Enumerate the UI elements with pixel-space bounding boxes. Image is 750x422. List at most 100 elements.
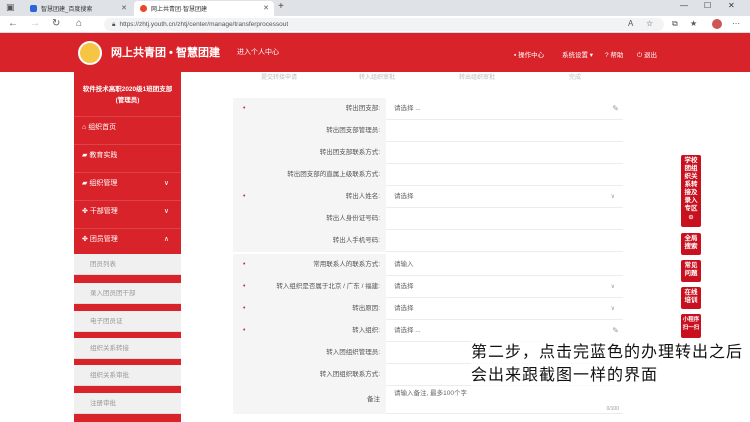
- chevron-down-icon[interactable]: ∨: [611, 298, 615, 320]
- contact-input[interactable]: 请输入: [386, 254, 623, 276]
- reason-select[interactable]: 请选择: [386, 298, 623, 320]
- global-search-button[interactable]: 全局搜索: [681, 233, 701, 255]
- power-icon: ⏻: [637, 52, 644, 59]
- submenu-e-card[interactable]: 电子团员证: [74, 311, 181, 332]
- form-row-reason: 转出原因: • 请选择 ∨: [233, 298, 623, 320]
- chevron-down-icon[interactable]: ∨: [611, 186, 615, 208]
- browser-tab-baidu[interactable]: 智慧团建_百度搜索 ✕: [24, 1, 132, 16]
- form-row-out-branch-contact: 转出团支部联系方式:: [233, 142, 623, 164]
- form-row-id-number: 转出人身份证号码:: [233, 208, 623, 230]
- favorite-star-icon[interactable]: ☆: [646, 19, 653, 28]
- sidebar-item-org-manage[interactable]: ▰ 组织管理 ∨: [74, 172, 181, 194]
- submenu-member-list[interactable]: 团员列表: [74, 254, 181, 275]
- form-row-region: 转入组织是否属于北京 / 广东 / 福建: • 请选择 ∨: [233, 276, 623, 298]
- home-icon[interactable]: ⌂: [76, 18, 82, 29]
- region-select[interactable]: 请选择: [386, 276, 623, 298]
- tab-label: 网上共青团·智慧团建: [151, 7, 207, 13]
- profile-avatar[interactable]: [712, 19, 722, 29]
- form-row-out-branch-admin: 转出团支部管理员:: [233, 120, 623, 142]
- chevron-down-icon: ∨: [163, 180, 169, 187]
- tutorial-caption: 第二步，点击完蓝色的办理转出之后会出来跟截图一样的界面: [471, 340, 746, 386]
- browser-tab-bar: ▣ 智慧团建_百度搜索 ✕ 网上共青团·智慧团建 ✕ + — ☐ ✕: [0, 0, 750, 16]
- submenu-registration-approval[interactable]: 注册审批: [74, 393, 181, 414]
- arrow-circle-icon: ⊙: [688, 214, 694, 221]
- submenu-transfer-approval[interactable]: 组织关系审批: [74, 365, 181, 386]
- enter-personal-center-link[interactable]: 进入个人中心: [237, 47, 279, 57]
- sidebar-item-education[interactable]: ▰ 教育实践: [74, 144, 181, 166]
- required-mark: •: [243, 327, 246, 334]
- users-icon: ✤: [82, 236, 90, 243]
- chevron-down-icon[interactable]: ∨: [611, 276, 615, 298]
- sidebar-item-home[interactable]: ⌂ 组织首页: [74, 116, 181, 138]
- lock-icon: 🔒︎: [112, 21, 116, 28]
- new-tab-icon[interactable]: +: [278, 1, 284, 12]
- org-name: 软件技术高职2020级1班团支部: [82, 86, 173, 93]
- edit-icon[interactable]: ✎: [612, 98, 619, 120]
- field-label: 常用联系人的联系方式:: [233, 254, 386, 276]
- window-menu-icon[interactable]: ▣: [6, 2, 15, 13]
- help-link[interactable]: ? 帮助: [605, 49, 623, 59]
- close-window-icon[interactable]: ✕: [728, 1, 735, 10]
- maximize-icon[interactable]: ☐: [704, 1, 711, 10]
- faq-button[interactable]: 常见问题: [681, 260, 701, 282]
- field-label: 转出人身份证号码:: [233, 208, 386, 230]
- in-org-select[interactable]: 请选择 ...: [386, 320, 623, 342]
- mini-program-scan-button[interactable]: 小程序扫一扫: [681, 314, 701, 338]
- step-3: 转出组织审批: [459, 75, 496, 81]
- field-label: 转入团组织联系方式:: [233, 364, 386, 386]
- field-label: 转入组织是否属于北京 / 广东 / 福建:: [233, 276, 386, 298]
- school-transfer-zone-button[interactable]: 学校团组织关系转接及录入专区 ⊙: [681, 155, 701, 227]
- field-label: 转出人手机号码:: [233, 230, 386, 252]
- field-label: 转出团支部联系方式:: [233, 142, 386, 164]
- back-icon[interactable]: ←: [8, 18, 18, 29]
- site-title: 网上共青团 • 智慧团建: [111, 47, 220, 59]
- org-role: (管理员): [115, 97, 140, 104]
- out-branch-superior-value: [386, 164, 623, 186]
- field-label: 转入团组织管理员:: [233, 342, 386, 364]
- id-number-value: [386, 208, 623, 230]
- refresh-icon[interactable]: ↻: [52, 18, 60, 29]
- step-2: 转入组织审批: [359, 75, 396, 81]
- submenu-transfer[interactable]: 组织关系转接: [74, 338, 181, 359]
- step-4: 完成: [569, 75, 582, 81]
- close-tab-icon[interactable]: ✕: [263, 4, 269, 12]
- field-label: 转出团支部:: [233, 98, 386, 120]
- sidebar-item-member-manage[interactable]: ✤ 团员管理 ∧: [74, 228, 181, 250]
- out-branch-select[interactable]: 请选择 ...: [386, 98, 623, 120]
- more-icon[interactable]: ⋯: [732, 19, 740, 28]
- online-training-button[interactable]: 在线培训: [681, 287, 701, 309]
- favorites-icon[interactable]: ★: [690, 19, 697, 28]
- form-row-remark: 备注 请输入备注, 最多100个字 0/100: [233, 386, 623, 414]
- form-row-out-branch: 转出团支部: • 请选择 ... ✎: [233, 98, 623, 120]
- users-icon: ✤: [82, 208, 90, 215]
- field-label: 转出原因:: [233, 298, 386, 320]
- out-branch-admin-value: [386, 120, 623, 142]
- required-mark: •: [243, 283, 246, 290]
- youth-league-logo: [78, 41, 102, 65]
- remark-textarea[interactable]: 请输入备注, 最多100个字: [386, 386, 623, 414]
- required-mark: •: [243, 105, 246, 112]
- close-tab-icon[interactable]: ✕: [121, 4, 127, 12]
- address-bar-row: ← → ↻ ⌂ 🔒︎ https://zhtj.youth.cn/zhtj/cen…: [0, 16, 750, 33]
- chevron-down-icon: ∨: [163, 208, 169, 215]
- field-label: 转出团支部管理员:: [233, 120, 386, 142]
- minimize-icon[interactable]: —: [680, 1, 688, 10]
- transfer-steps: 提交转接申请 转入组织审批 转出组织审批 完成: [181, 72, 666, 82]
- edit-icon[interactable]: ✎: [612, 320, 619, 342]
- field-label: 转入组织:: [233, 320, 386, 342]
- person-name-select[interactable]: 请选择: [386, 186, 623, 208]
- submenu-enter-members[interactable]: 录入团员团干部: [74, 283, 181, 304]
- url-input[interactable]: 🔒︎ https://zhtj.youth.cn/zhtj/center/mana…: [104, 18, 664, 31]
- forward-icon[interactable]: →: [30, 18, 40, 29]
- logout-link[interactable]: ⏻ 退出: [637, 49, 657, 60]
- sidebar-item-cadre-manage[interactable]: ✤ 干部管理 ∨: [74, 200, 181, 222]
- manual-link[interactable]: ▪ 操作中心: [514, 49, 544, 59]
- required-mark: •: [243, 261, 246, 268]
- browser-tab-zhtj[interactable]: 网上共青团·智慧团建 ✕: [134, 1, 274, 16]
- step-1: 提交转接申请: [261, 75, 298, 81]
- split-screen-icon[interactable]: ⧉: [672, 19, 678, 29]
- settings-link[interactable]: 系统设置 ▾: [562, 49, 593, 59]
- read-aloud-icon[interactable]: A: [628, 19, 633, 28]
- field-label: 备注: [233, 386, 386, 414]
- out-branch-contact-value: [386, 142, 623, 164]
